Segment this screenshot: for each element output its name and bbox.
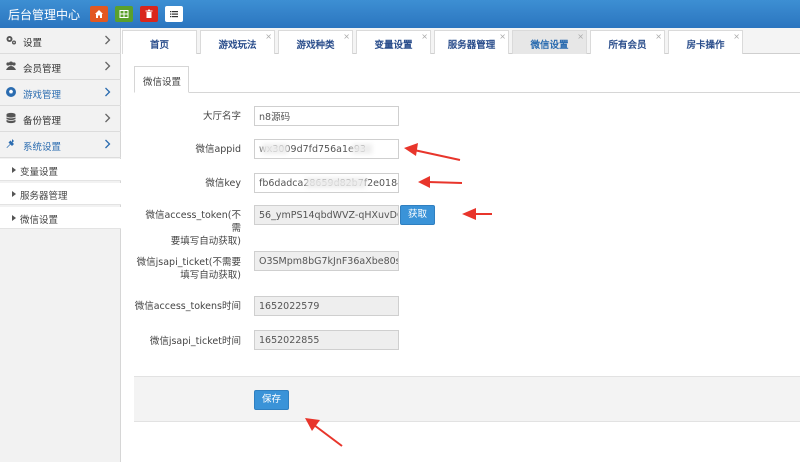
top-header: 后台管理中心 bbox=[0, 0, 800, 28]
chevron-right-icon bbox=[105, 61, 111, 71]
chevron-right-icon bbox=[105, 113, 111, 123]
chevron-right-icon bbox=[105, 35, 111, 45]
sidebar-subitem-wechat-settings[interactable]: 微信设置 bbox=[0, 207, 121, 229]
database-icon bbox=[6, 112, 16, 124]
sidebar-item-game-management[interactable]: 游戏管理 bbox=[0, 80, 121, 106]
fetch-token-button[interactable]: 获取 bbox=[400, 205, 435, 225]
soccer-ball-icon bbox=[6, 87, 16, 97]
arrow-icon bbox=[462, 208, 492, 220]
redaction-blur bbox=[352, 144, 372, 154]
appid-label: 微信appid bbox=[195, 144, 241, 155]
trash-icon bbox=[145, 9, 153, 18]
sidebar-item-label: 设置 bbox=[23, 38, 43, 49]
access-token-label-line2: 要填写自动获取) bbox=[170, 236, 241, 247]
app-title: 后台管理中心 bbox=[8, 8, 81, 22]
list-icon bbox=[170, 11, 178, 18]
grid-button[interactable] bbox=[115, 6, 133, 22]
tab-label: 游戏玩法 bbox=[218, 40, 257, 51]
save-button[interactable]: 保存 bbox=[254, 390, 289, 410]
access-tokens-time-input[interactable] bbox=[254, 296, 399, 316]
hall-name-input[interactable] bbox=[254, 106, 399, 126]
tab-home[interactable]: 首页 bbox=[122, 30, 197, 54]
grid-icon bbox=[119, 10, 129, 18]
tab-all-members[interactable]: 所有会员 × bbox=[590, 30, 665, 54]
sidebar-subitem-label: 微信设置 bbox=[20, 215, 59, 226]
arrow-icon bbox=[404, 143, 461, 161]
sidebar-subitem-label: 变量设置 bbox=[20, 167, 59, 178]
close-icon[interactable]: × bbox=[499, 33, 506, 41]
redaction-blur bbox=[306, 178, 366, 188]
close-icon[interactable]: × bbox=[733, 33, 740, 41]
tab-server-management[interactable]: 服务器管理 × bbox=[434, 30, 509, 54]
sidebar-subitem-server-management[interactable]: 服务器管理 bbox=[0, 183, 121, 205]
sidebar-item-members[interactable]: 会员管理 bbox=[0, 54, 121, 80]
key-label: 微信key bbox=[205, 178, 241, 189]
sidebar-item-system-settings[interactable]: 系统设置 bbox=[0, 132, 121, 158]
access-token-label: 微信access_token(不需 要填写自动获取) bbox=[136, 209, 241, 248]
close-icon[interactable]: × bbox=[265, 33, 272, 41]
sidebar: 设置 会员管理 游戏管理 备份管理 系统设置 变量设置 服务器管理 微信设置 bbox=[0, 28, 121, 462]
close-icon[interactable]: × bbox=[577, 33, 584, 41]
caret-right-icon bbox=[12, 215, 16, 221]
access-token-input[interactable] bbox=[254, 205, 399, 225]
jsapi-ticket-input[interactable] bbox=[254, 251, 399, 271]
caret-right-icon bbox=[12, 191, 16, 197]
trash-button[interactable] bbox=[140, 6, 158, 22]
sidebar-subitem-label: 服务器管理 bbox=[20, 191, 68, 202]
panel-tab-label: 微信设置 bbox=[143, 77, 182, 88]
sidebar-item-label: 游戏管理 bbox=[23, 90, 62, 101]
chevron-down-icon bbox=[105, 139, 111, 149]
close-icon[interactable]: × bbox=[655, 33, 662, 41]
tab-variable-settings[interactable]: 变量设置 × bbox=[356, 30, 431, 54]
arrow-icon bbox=[418, 176, 463, 188]
tab-bar: 首页 游戏玩法 × 游戏种类 × 变量设置 × 服务器管理 × 微信设置 × 所… bbox=[122, 28, 800, 54]
tab-game-modes[interactable]: 游戏玩法 × bbox=[200, 30, 275, 54]
sidebar-item-label: 会员管理 bbox=[23, 64, 62, 75]
jsapi-ticket-label: 微信jsapi_ticket(不需要 填写自动获取) bbox=[136, 256, 241, 282]
redaction-blur bbox=[262, 144, 288, 154]
jsapi-ticket-time-input[interactable] bbox=[254, 330, 399, 350]
close-icon[interactable]: × bbox=[421, 33, 428, 41]
panel-tab-wechat-settings[interactable]: 微信设置 bbox=[134, 66, 189, 93]
tab-label: 游戏种类 bbox=[296, 40, 335, 51]
tab-label: 房卡操作 bbox=[686, 40, 725, 51]
jsapi-ticket-label-line1: 微信jsapi_ticket(不需要 bbox=[136, 257, 241, 268]
tab-wechat-settings[interactable]: 微信设置 × bbox=[512, 30, 587, 54]
sidebar-item-label: 备份管理 bbox=[23, 116, 62, 127]
sidebar-item-backup[interactable]: 备份管理 bbox=[0, 106, 121, 132]
sidebar-subitem-variable-settings[interactable]: 变量设置 bbox=[0, 159, 121, 181]
panel-divider bbox=[134, 92, 800, 93]
sidebar-item-settings[interactable]: 设置 bbox=[0, 28, 121, 54]
jsapi-ticket-label-line2: 填写自动获取) bbox=[180, 270, 241, 281]
home-icon bbox=[95, 10, 103, 18]
form-footer bbox=[134, 376, 800, 422]
list-button[interactable] bbox=[165, 6, 183, 22]
tab-game-types[interactable]: 游戏种类 × bbox=[278, 30, 353, 54]
chevron-right-icon bbox=[105, 87, 111, 97]
tab-label: 服务器管理 bbox=[447, 40, 496, 51]
arrow-icon bbox=[305, 418, 343, 447]
tab-label: 首页 bbox=[149, 40, 169, 51]
caret-right-icon bbox=[12, 167, 16, 173]
tab-label: 所有会员 bbox=[608, 40, 647, 51]
plug-icon bbox=[6, 139, 14, 148]
close-icon[interactable]: × bbox=[343, 33, 350, 41]
tab-label: 微信设置 bbox=[530, 40, 569, 51]
access-token-label-line1: 微信access_token(不需 bbox=[145, 210, 241, 234]
tab-room-card[interactable]: 房卡操作 × bbox=[668, 30, 743, 54]
users-icon bbox=[6, 61, 16, 70]
gears-icon bbox=[6, 36, 16, 45]
hall-name-label: 大厅名字 bbox=[202, 111, 241, 122]
jsapi-ticket-time-label: 微信jsapi_ticket时间 bbox=[149, 336, 241, 347]
home-button[interactable] bbox=[90, 6, 108, 22]
access-tokens-time-label: 微信access_tokens时间 bbox=[134, 301, 241, 312]
tab-label: 变量设置 bbox=[374, 40, 413, 51]
sidebar-item-label: 系统设置 bbox=[23, 142, 62, 153]
